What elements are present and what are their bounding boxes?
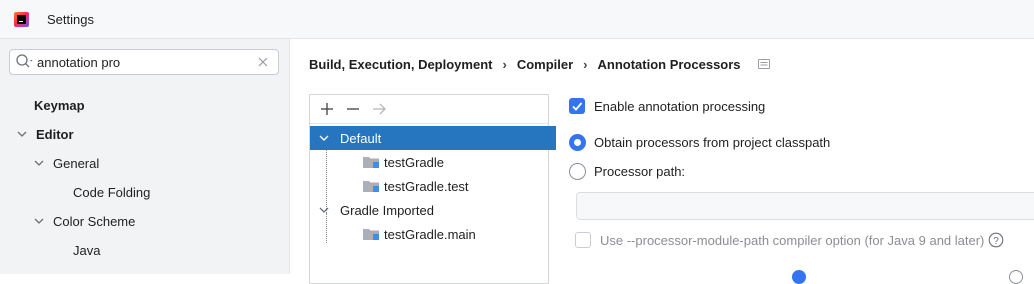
title-bar: Settings — [0, 0, 1034, 39]
checkbox-checked[interactable] — [569, 98, 585, 114]
search-text[interactable]: annotation pro — [37, 55, 255, 70]
radio-selected[interactable] — [569, 133, 586, 151]
module-label: testGradle.main — [384, 226, 476, 242]
sidebar-item-label: Java — [73, 242, 101, 258]
module-folder-icon — [363, 181, 379, 192]
sidebar-item-label: Keymap — [34, 97, 85, 113]
help-icon[interactable]: ? — [988, 232, 1004, 248]
sidebar-item-general[interactable]: General — [33, 152, 99, 174]
window-title: Settings — [47, 11, 94, 27]
sidebar-item-java[interactable]: Java — [73, 239, 100, 261]
sidebar-item-color-scheme[interactable]: Color Scheme — [33, 210, 135, 232]
sidebar-item-editor[interactable]: Editor — [16, 123, 74, 145]
chevron-down-icon[interactable] — [318, 132, 330, 144]
checkbox-unchecked[interactable] — [575, 232, 591, 248]
module-item-testgradle-test[interactable]: testGradle.test — [310, 174, 600, 198]
profile-label: Default — [340, 130, 382, 146]
profiles-toolbar — [310, 95, 548, 124]
svg-text:?: ? — [994, 236, 1000, 247]
plus-icon[interactable] — [319, 101, 335, 117]
enable-annotation-processing-checkbox[interactable]: Enable annotation processing — [569, 96, 765, 116]
radio-partial[interactable] — [792, 270, 806, 284]
project-settings-icon — [757, 59, 770, 69]
radio-partial[interactable] — [1009, 270, 1023, 284]
sidebar-item-label: General — [53, 155, 100, 171]
chevron-down-icon[interactable] — [16, 128, 28, 140]
processor-path-radio[interactable]: Processor path: — [569, 161, 685, 181]
profile-label: Gradle Imported — [340, 202, 434, 218]
search-icon — [16, 54, 33, 68]
sidebar-item-label: Code Folding — [73, 184, 151, 200]
module-label: testGradle.test — [384, 178, 469, 194]
breadcrumb-item: Annotation Processors — [597, 56, 741, 72]
settings-sidebar: annotation pro Keymap Editor General Cod… — [0, 39, 290, 274]
checkbox-label: Use --processor-module-path compiler opt… — [600, 232, 985, 248]
module-folder-icon — [363, 229, 379, 240]
processor-module-path-checkbox[interactable]: Use --processor-module-path compiler opt… — [575, 230, 1004, 250]
radio-unselected[interactable] — [569, 162, 586, 180]
module-label: testGradle — [384, 154, 444, 170]
sidebar-item-code-folding[interactable]: Code Folding — [73, 181, 150, 203]
chevron-down-icon[interactable] — [318, 204, 330, 216]
breadcrumb: Build, Execution, Deployment › Compiler … — [309, 54, 771, 74]
breadcrumb-item[interactable]: Compiler — [517, 57, 573, 72]
obtain-from-classpath-radio[interactable]: Obtain processors from project classpath — [569, 132, 830, 152]
intellij-idea-logo-icon — [14, 11, 29, 27]
sidebar-item-label: Color Scheme — [53, 213, 136, 229]
module-item-testgradle[interactable]: testGradle — [310, 150, 600, 174]
close-icon[interactable] — [255, 54, 271, 70]
processor-profiles-panel: Default testGradle testGradle.test Gradl… — [309, 94, 556, 284]
breadcrumb-item[interactable]: Build, Execution, Deployment — [309, 57, 492, 72]
sidebar-item-label: Editor — [36, 126, 74, 142]
breadcrumb-separator: › — [502, 56, 507, 72]
profile-default[interactable]: Default — [310, 126, 556, 150]
processor-path-field[interactable] — [576, 192, 1034, 220]
module-folder-icon — [363, 157, 379, 168]
radio-label: Processor path: — [594, 163, 686, 179]
profile-gradle-imported[interactable]: Gradle Imported — [310, 198, 556, 222]
checkmark-icon — [572, 102, 583, 111]
sidebar-item-keymap[interactable]: Keymap — [34, 94, 85, 116]
module-item-testgradle-main[interactable]: testGradle.main — [310, 222, 600, 246]
search-input[interactable]: annotation pro — [9, 49, 279, 75]
checkbox-label: Enable annotation processing — [594, 98, 766, 114]
chevron-down-icon[interactable] — [33, 215, 45, 227]
minus-icon[interactable] — [345, 101, 361, 117]
chevron-down-icon[interactable] — [33, 157, 45, 169]
breadcrumb-separator: › — [583, 56, 588, 72]
radio-label: Obtain processors from project classpath — [594, 134, 831, 150]
arrow-right-icon[interactable] — [371, 101, 387, 117]
